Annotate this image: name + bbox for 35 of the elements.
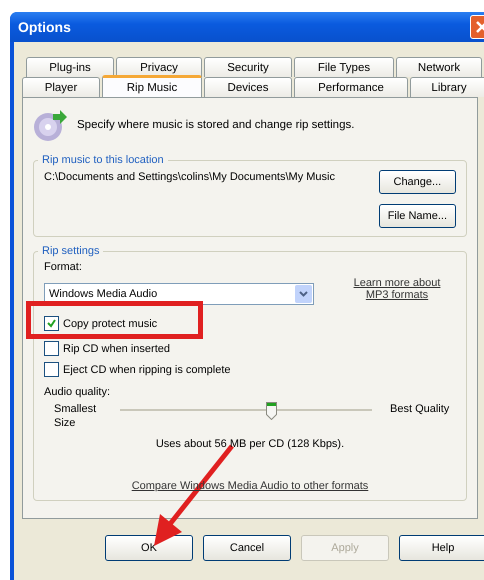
usage-text: Uses about 56 MB per CD (128 Kbps). [154, 438, 346, 450]
checkbox-label: Eject CD when ripping is complete [63, 364, 231, 376]
checkbox[interactable] [44, 316, 59, 331]
group-title: Rip settings [38, 245, 104, 257]
quality-label: Audio quality: [44, 386, 112, 398]
tab[interactable]: Library [410, 77, 484, 97]
cd-icon [33, 108, 67, 142]
group-title: Rip music to this location [38, 154, 168, 166]
checkbox-label: Copy protect music [63, 318, 158, 330]
slider-max-label: Best Quality [390, 402, 450, 416]
slider-thumb[interactable] [266, 402, 278, 420]
tab[interactable]: File Types [294, 57, 394, 77]
dialog-button[interactable]: File Name... [378, 204, 456, 228]
tab[interactable]: Devices [204, 77, 292, 97]
tab[interactable]: Performance [294, 77, 408, 97]
tab[interactable]: Plug-ins [26, 57, 114, 77]
learn-more-link[interactable]: Learn more about MP3 formats [342, 277, 452, 301]
header-text: Specify where music is stored and change rip settings. [77, 119, 354, 131]
tab[interactable]: Player [22, 77, 100, 97]
tab[interactable]: Privacy [116, 57, 202, 77]
format-label: Format: [44, 261, 83, 273]
checkbox-label: Rip CD when inserted [63, 342, 170, 354]
tab[interactable]: Network [396, 57, 482, 77]
window-title: Options [18, 19, 72, 35]
folder-path: C:\Documents and Settings\colins\My Documents\My Music [44, 170, 336, 185]
tab[interactable]: Security [204, 57, 292, 77]
chevron-icon [299, 291, 308, 297]
checkbox[interactable] [44, 362, 59, 377]
dialog-button[interactable]: Help [399, 535, 484, 561]
dialog-button[interactable]: Change... [378, 170, 456, 194]
checkbox[interactable] [44, 341, 59, 356]
tab[interactable]: Rip Music [102, 75, 202, 97]
dialog-button[interactable]: Cancel [203, 535, 291, 561]
slider-min-label: Smallest Size [54, 402, 98, 430]
dialog-button[interactable]: OK [105, 535, 193, 561]
